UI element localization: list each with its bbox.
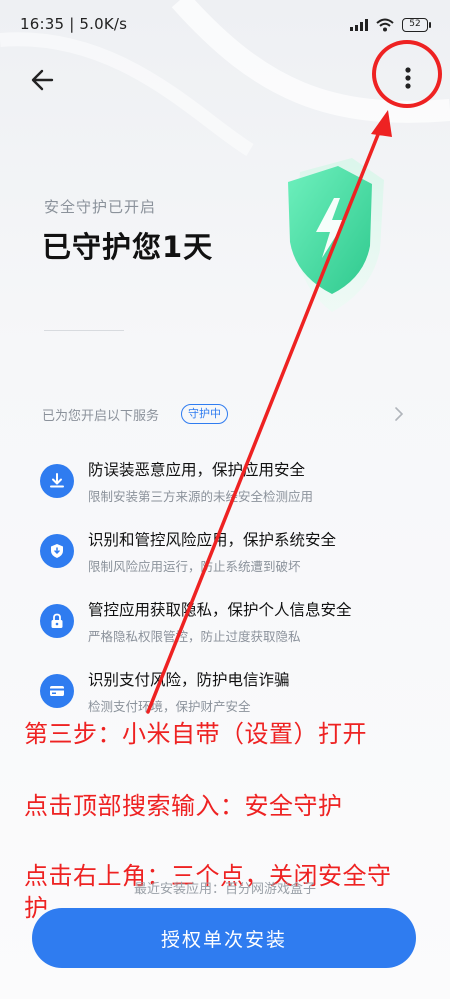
feature-desc: 严格隐私权限管控，防止过度获取隐私 (88, 629, 301, 644)
feature-item-payment: 识别支付风险，防护电信诈骗 检测支付环境，保护财产安全 (40, 668, 420, 718)
card-icon (40, 674, 74, 708)
feature-title: 识别和管控风险应用，保护系统安全 (88, 531, 337, 549)
feature-title: 识别支付风险，防护电信诈骗 (88, 671, 290, 689)
wifi-icon (376, 18, 394, 32)
protection-title: 已守护您1天 (42, 230, 214, 264)
shield-illustration (288, 158, 384, 312)
arrow-left-icon (31, 69, 54, 91)
feature-desc: 检测支付环境，保护财产安全 (88, 699, 251, 714)
status-bar: 16:35 | 5.0K/s 52 (0, 0, 450, 48)
feature-item-privacy: 管控应用获取隐私，保护个人信息安全 严格隐私权限管控，防止过度获取隐私 (40, 598, 420, 648)
services-label: 已为您开启以下服务 (42, 409, 160, 424)
recent-install-text: 最近安装应用：百分网游戏盒子 (133, 882, 316, 897)
protection-subtitle: 安全守护已开启 (44, 198, 157, 216)
feature-desc: 限制风险应用运行，防止系统遭到破坏 (88, 559, 301, 574)
status-badge: 守护中 (181, 404, 228, 424)
signal-icon (350, 19, 368, 31)
feature-item-malicious-apps: 防误装恶意应用，保护应用安全 限制安装第三方来源的未经安全检测应用 (40, 458, 420, 508)
back-button[interactable] (26, 62, 62, 98)
annotation-step3: 第三步：小米自带（设置）打开 (24, 720, 367, 748)
feature-item-risk-apps: 识别和管控风险应用，保护系统安全 限制风险应用运行，防止系统遭到破坏 (40, 528, 420, 578)
chevron-right-icon (395, 407, 404, 421)
authorize-install-button[interactable]: 授权单次安装 (32, 908, 416, 968)
status-icons: 52 (350, 16, 431, 34)
divider (44, 330, 124, 331)
lock-icon (40, 604, 74, 638)
services-header[interactable]: 已为您开启以下服务 守护中 (42, 404, 410, 426)
shield-icon (40, 534, 74, 568)
feature-desc: 限制安装第三方来源的未经安全检测应用 (88, 489, 314, 504)
feature-title: 管控应用获取隐私，保护个人信息安全 (88, 601, 352, 619)
feature-title: 防误装恶意应用，保护应用安全 (88, 461, 306, 479)
annotation-circle (372, 40, 442, 108)
annotation-search: 点击顶部搜索输入：安全守护 (24, 792, 343, 820)
download-shield-icon (40, 464, 74, 498)
status-time: 16:35 | 5.0K/s (20, 15, 128, 33)
battery-icon: 52 (402, 18, 431, 32)
